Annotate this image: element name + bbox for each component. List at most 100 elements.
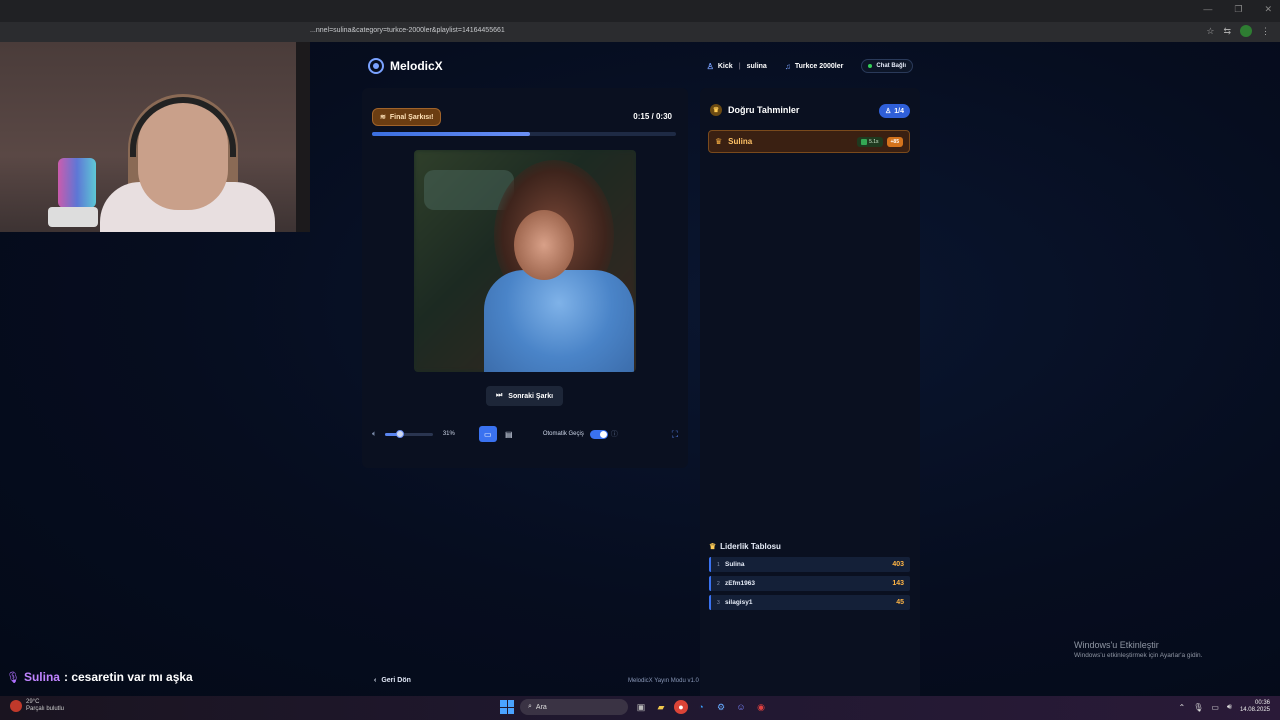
chat-message-text: : cesaretin var mı aşka: [63, 670, 193, 684]
auto-skip-toggle[interactable]: [589, 429, 608, 439]
version-text: MelodicX Yayın Modu v1.0: [628, 678, 699, 684]
back-button[interactable]: ‹ Geri Dön: [374, 677, 411, 684]
song-progress-bar: [372, 132, 676, 136]
guesses-card: ♛ Doğru Tahminler ♙ 1/4 ♛ Sulina 5.1s +8…: [700, 88, 920, 702]
obs-icon[interactable]: ◉: [754, 700, 768, 714]
status-dot-icon: [868, 64, 873, 68]
clock-date: 14.08.2025: [1239, 707, 1270, 713]
weather-temp: 29°C: [26, 699, 40, 705]
edge-icon[interactable]: ◔: [694, 700, 708, 714]
extension-avatar-icon[interactable]: [1240, 25, 1252, 37]
player-controls: 🔈︎ 31% ▭ ▤ Otomatik Geçiş ⓘ ⛶: [372, 424, 678, 444]
song-timer: 0:15 / 0:30: [633, 112, 672, 121]
next-song-button[interactable]: ⏭ Sonraki Şarkı: [486, 386, 563, 406]
volume-knob[interactable]: [395, 429, 404, 438]
activation-subtitle: Windows'u etkinleştirmek için Ayarlar'a …: [1074, 652, 1203, 659]
rgb-lamp: [58, 158, 96, 208]
close-button[interactable]: ✕: [1264, 4, 1272, 15]
chevron-left-icon: ‹: [374, 677, 377, 684]
platform-name: Kick: [717, 62, 733, 70]
leaderboard-rank: 2: [717, 580, 720, 587]
steam-icon[interactable]: ⚙: [714, 700, 728, 714]
guess-time-badge: 5.1s: [857, 136, 883, 147]
monitor-mode-button[interactable]: ▭: [478, 426, 497, 442]
chat-status-text: Chat Bağlı: [876, 63, 906, 69]
chrome-icon[interactable]: ●: [674, 700, 688, 714]
fullscreen-icon[interactable]: ⛶: [672, 429, 678, 440]
chevron-up-icon[interactable]: ⌃: [1179, 703, 1186, 712]
task-view-icon[interactable]: ▣: [634, 700, 648, 714]
chat-username: Sulina: [23, 670, 60, 684]
song-progress-fill: [372, 132, 531, 136]
address-bar: ...nnel=sulina&category=turkce-2000ler&p…: [0, 22, 1280, 42]
leaderboard-name: Sulina: [725, 561, 745, 568]
search-placeholder: Ara: [535, 703, 547, 711]
logo[interactable]: MelodicX: [368, 58, 443, 74]
address-bar-icons: ☆ ⇆ ⋮: [1206, 25, 1270, 37]
leaderboard-name: zEfm1963: [725, 580, 755, 587]
microphone-icon: 🎙︎: [6, 671, 20, 684]
info-icon[interactable]: ⓘ: [611, 429, 618, 439]
back-label: Geri Dön: [381, 677, 411, 684]
auto-skip-label: Otomatik Geçiş: [542, 431, 584, 437]
headphones-logo-icon: [368, 58, 384, 74]
weather-desc: Parçalı bulutlu: [26, 706, 65, 712]
crown-icon: ♛: [710, 104, 722, 116]
category-name: Turkce 2000ler: [794, 62, 844, 70]
final-song-badge: ≋ Final Şarkısı!: [372, 108, 442, 126]
guess-row: ♛ Sulina 5.1s +85: [708, 130, 910, 153]
speaker-icon[interactable]: 🔊︎: [1227, 702, 1232, 712]
taskbar-search[interactable]: ⌕ Ara: [520, 699, 628, 715]
url-text[interactable]: ...nnel=sulina&category=turkce-2000ler&p…: [310, 27, 505, 34]
channel-name: sulina: [746, 62, 767, 70]
browser-title-bar: — ❐ ✕: [0, 0, 1280, 22]
minimize-button[interactable]: —: [1203, 4, 1212, 15]
file-explorer-icon[interactable]: ▰: [654, 700, 668, 714]
monitor-icon: ▭: [484, 429, 492, 439]
star-icon[interactable]: ☆: [1206, 26, 1214, 37]
menu-dots-icon[interactable]: ⋮: [1261, 26, 1270, 37]
webcam-overlay: [0, 42, 310, 232]
discord-icon[interactable]: ☺: [734, 700, 748, 714]
taskbar: 29°C Parçalı bulutlu ⌕ Ara ▣ ▰ ● ◔ ⚙ ☺ ◉…: [0, 696, 1280, 720]
leaderboard-score: 45: [896, 599, 904, 606]
weather-icon: [10, 700, 22, 712]
start-button[interactable]: [500, 700, 514, 714]
leaderboard-row: 2 zEfm1963 143: [709, 576, 910, 591]
clock-time: 00:36: [1254, 700, 1270, 706]
leaderboard-name: silagisy1: [725, 599, 753, 606]
player-card: ≋ Final Şarkısı! 0:15 / 0:30 ⏭ Sonraki Ş…: [362, 88, 688, 468]
page: MelodicX ♙ Kick | sulina ♫ Turkce 2000le…: [0, 42, 1280, 702]
guess-time: 5.1s: [869, 138, 879, 145]
extensions-icon[interactable]: ⇆: [1223, 26, 1231, 37]
crown-icon: ♛: [715, 137, 723, 146]
guesses-header: ♛ Doğru Tahminler: [710, 104, 799, 116]
guess-count: 1/4: [894, 107, 904, 115]
leaderboard-rank: 1: [717, 561, 720, 568]
skip-next-icon: ⏭: [495, 392, 503, 399]
search-icon: ⌕: [528, 703, 532, 710]
guess-count-badge: ♙ 1/4: [878, 104, 910, 118]
weather-widget[interactable]: 29°C Parçalı bulutlu: [10, 699, 64, 713]
app-header: MelodicX ♙ Kick | sulina ♫ Turkce 2000le…: [368, 56, 913, 76]
guess-user-name: Sulina: [728, 137, 753, 146]
leaderboard-header: ♛ Liderlik Tablosu: [709, 542, 781, 551]
leaderboard-title: Liderlik Tablosu: [720, 542, 781, 551]
network-icon[interactable]: ▭: [1211, 703, 1219, 712]
music-note-icon: ♫: [784, 61, 791, 71]
windows-activation-watermark: Windows'u Etkinleştir Windows'u etkinleş…: [1074, 640, 1202, 659]
logo-text: MelodicX: [390, 59, 443, 73]
leaderboard-rank: 3: [717, 599, 720, 606]
clock[interactable]: 00:36 14.08.2025: [1240, 700, 1270, 714]
crown-icon: ♛: [709, 542, 717, 551]
volume-icon[interactable]: 🔈︎: [372, 429, 377, 439]
microphone-tray-icon[interactable]: 🎙︎: [1193, 703, 1203, 712]
volume-slider[interactable]: [384, 429, 433, 438]
film-mode-button[interactable]: ▤: [501, 426, 517, 442]
users-icon: ♙: [884, 108, 892, 115]
film-icon: ▤: [505, 429, 513, 439]
category-info: ♫ Turkce 2000ler: [785, 62, 844, 71]
maximize-button[interactable]: ❐: [1234, 4, 1242, 15]
leaderboard-score: 403: [892, 561, 904, 568]
chat-message-overlay: 🎙︎ Sulina : cesaretin var mı aşka: [6, 670, 193, 684]
